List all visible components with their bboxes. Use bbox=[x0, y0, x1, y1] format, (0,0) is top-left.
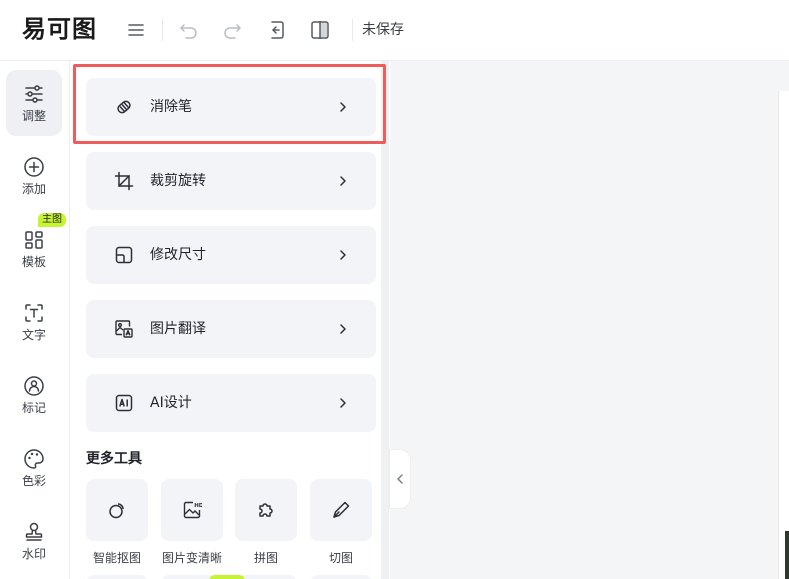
tool-label: 图片翻译 bbox=[150, 321, 206, 337]
chevron-right-icon bbox=[338, 321, 348, 337]
slice-icon bbox=[331, 500, 351, 520]
tool-tile-hd[interactable]: HD bbox=[161, 479, 223, 541]
canvas-area[interactable] bbox=[390, 61, 789, 579]
tool-tile-puzzle[interactable] bbox=[235, 479, 297, 541]
compare-icon[interactable] bbox=[307, 16, 333, 44]
toolbar-separator bbox=[352, 19, 353, 41]
template-grid-icon bbox=[23, 229, 45, 251]
mark-icon bbox=[23, 375, 45, 397]
chevron-right-icon bbox=[338, 395, 348, 411]
tool-label: AI设计 bbox=[150, 395, 192, 411]
nav-label: 标记 bbox=[21, 401, 46, 415]
highlight-box bbox=[73, 64, 386, 144]
tool-card-crop[interactable]: 裁剪旋转 bbox=[86, 152, 376, 210]
menu-icon[interactable] bbox=[123, 16, 149, 44]
svg-text:HD: HD bbox=[194, 503, 202, 509]
nav-item-add[interactable]: 添加 bbox=[6, 143, 62, 209]
crop-icon bbox=[114, 171, 134, 191]
resize-icon bbox=[114, 245, 134, 265]
image-translate-icon bbox=[114, 319, 134, 339]
nav-label: 水印 bbox=[21, 547, 46, 561]
undo-icon[interactable] bbox=[176, 16, 202, 44]
tool-label: 裁剪旋转 bbox=[150, 173, 206, 189]
tool-tile-label: 智能抠图 bbox=[92, 551, 141, 565]
tool-tile-partial[interactable] bbox=[86, 575, 148, 579]
sliders-icon bbox=[23, 83, 45, 105]
nav-item-mark[interactable]: 标记 bbox=[6, 362, 62, 428]
tool-card-image-translate[interactable]: 图片翻译 bbox=[86, 300, 376, 358]
collapse-panel-button[interactable] bbox=[390, 450, 410, 508]
plus-circle-icon bbox=[23, 156, 45, 178]
chevron-left-icon bbox=[396, 472, 404, 486]
tool-tile-label: 图片变清晰 bbox=[161, 551, 222, 565]
save-status: 未保存 bbox=[362, 22, 404, 38]
cutout-icon bbox=[107, 500, 127, 520]
tool-tile-partial[interactable] bbox=[310, 575, 372, 579]
nav-label: 文字 bbox=[21, 328, 46, 342]
tool-tile-slice[interactable] bbox=[310, 479, 372, 541]
canvas-image-edge bbox=[785, 531, 789, 579]
hd-icon: HD bbox=[182, 500, 202, 520]
chevron-right-icon bbox=[338, 247, 348, 263]
nav-label: 添加 bbox=[21, 182, 46, 196]
nav-label: 模板 bbox=[21, 255, 46, 269]
nav-item-color[interactable]: 色彩 bbox=[6, 435, 62, 501]
toolbar-separator bbox=[162, 19, 163, 41]
tool-label: 修改尺寸 bbox=[150, 247, 206, 263]
redo-icon[interactable] bbox=[219, 16, 245, 44]
new-badge bbox=[209, 575, 245, 579]
app-logo[interactable]: 易可图 bbox=[22, 14, 97, 44]
history-icon[interactable] bbox=[263, 16, 289, 44]
nav-label: 调整 bbox=[21, 109, 46, 123]
new-badge: 主图 bbox=[38, 213, 66, 227]
left-nav: 调整 添加 模板 主图 文字 标记 色彩 水印 bbox=[0, 61, 70, 579]
nav-item-text[interactable]: 文字 bbox=[6, 289, 62, 355]
tool-card-resize[interactable]: 修改尺寸 bbox=[86, 226, 376, 284]
tool-card-ai-design[interactable]: AI设计 bbox=[86, 374, 376, 432]
stamp-icon bbox=[23, 521, 45, 543]
ai-icon bbox=[114, 393, 134, 413]
chevron-right-icon bbox=[338, 173, 348, 189]
nav-label: 色彩 bbox=[21, 474, 46, 488]
nav-item-adjust[interactable]: 调整 bbox=[6, 70, 62, 136]
puzzle-icon bbox=[256, 500, 276, 520]
text-icon bbox=[23, 302, 45, 324]
canvas-image[interactable] bbox=[778, 91, 789, 579]
tool-tile-label: 拼图 bbox=[253, 551, 278, 565]
palette-icon bbox=[23, 448, 45, 470]
tool-tile-label: 切图 bbox=[328, 551, 353, 565]
more-tools-title: 更多工具 bbox=[86, 451, 142, 467]
nav-item-watermark[interactable]: 水印 bbox=[6, 508, 62, 574]
top-bar: 易可图 未保存 bbox=[0, 0, 789, 61]
tool-tile-cutout[interactable] bbox=[86, 479, 148, 541]
